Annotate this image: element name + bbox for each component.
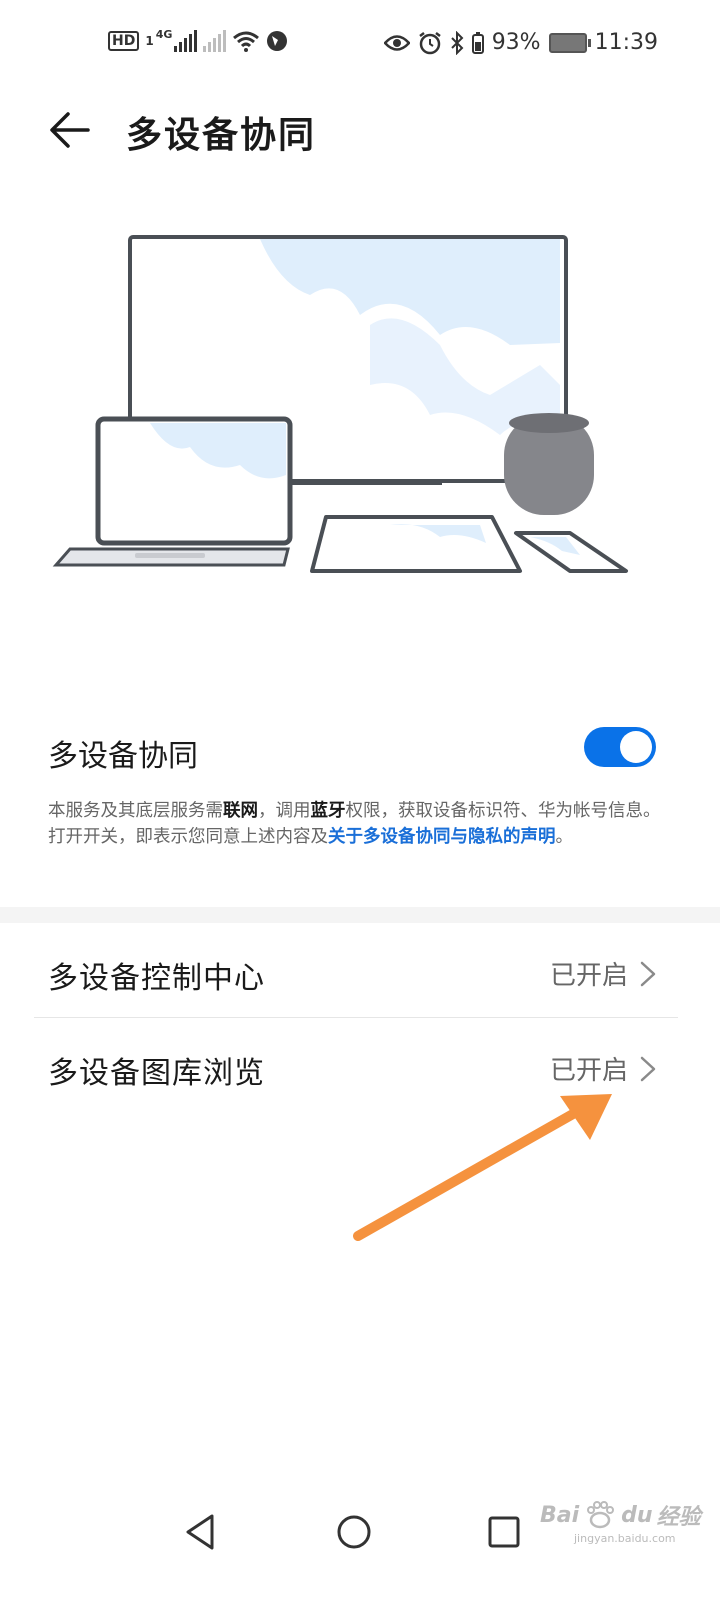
battery-saver-icon: [471, 31, 484, 54]
alarm-icon: [418, 31, 441, 54]
wifi-icon: [233, 31, 260, 52]
clock-time: 11:39: [594, 30, 658, 55]
paw-icon: [587, 1501, 615, 1529]
item-status: 已开启: [549, 961, 628, 991]
home-circle-icon[interactable]: [332, 1510, 376, 1554]
switch-knob: [620, 731, 652, 763]
signal-icon: [174, 30, 198, 52]
battery-percent: 93%: [491, 30, 541, 55]
app-header: 多设备协同: [0, 90, 720, 170]
laptop-graphic: [52, 416, 293, 567]
status-left: HD 1 4G: [108, 27, 288, 52]
status-bar: HD 1 4G 93% 11:39: [0, 0, 720, 90]
network-type-label: 4G: [155, 27, 173, 41]
chevron-right-icon: [640, 1056, 656, 1082]
signal-empty-icon: [203, 30, 227, 52]
chevron-right-icon: [640, 961, 656, 987]
speaker-graphic: [504, 413, 594, 515]
desc-bluetooth: 蓝牙: [310, 801, 346, 821]
recents-square-icon[interactable]: [482, 1510, 526, 1554]
privacy-statement-link[interactable]: 关于多设备协同与隐私的声明: [328, 827, 556, 847]
battery-icon: [548, 32, 591, 53]
control-center-item[interactable]: 多设备控制中心 已开启: [0, 923, 720, 1017]
multi-device-switch[interactable]: [584, 727, 656, 767]
tablet-graphic: [310, 515, 522, 573]
multi-device-illustration: [52, 235, 628, 573]
bluetooth-icon: [450, 30, 464, 55]
watermark-text-a: Bai: [540, 1502, 580, 1528]
section-divider: [0, 907, 720, 923]
annotation-arrow: [353, 1094, 612, 1241]
baidu-watermark: Bai du 经验: [540, 1498, 701, 1532]
desc-text-1: 本服务及其底层服务需: [48, 801, 223, 821]
status-right: 93% 11:39: [383, 30, 658, 55]
page-title: 多设备协同: [126, 115, 317, 156]
back-triangle-icon[interactable]: [180, 1510, 224, 1554]
desc-text-2: ，调用: [258, 801, 311, 821]
hd-icon: HD: [108, 31, 140, 51]
desc-text-4: 。: [555, 827, 574, 847]
desc-network: 联网: [223, 801, 258, 821]
privacy-description: 本服务及其底层服务需联网，调用蓝牙权限，获取设备标识符、华为帐号信息。打开开关，…: [48, 798, 668, 850]
watermark-text-b: du: [621, 1502, 653, 1528]
vpn-globe-icon: [267, 31, 288, 51]
item-label: 多设备图库浏览: [48, 1056, 265, 1091]
watermark-text-c: 经验: [656, 1505, 701, 1530]
item-label: 多设备控制中心: [48, 961, 265, 996]
arrow-left-icon[interactable]: [48, 108, 92, 152]
sim-slot-label: 1: [145, 34, 154, 48]
eye-icon: [383, 34, 410, 51]
toggle-label: 多设备协同: [48, 739, 198, 774]
phone-graphic: [514, 531, 628, 573]
multi-device-toggle-row[interactable]: 多设备协同: [48, 725, 658, 775]
watermark-url: jingyan.baidu.com: [574, 1532, 676, 1545]
